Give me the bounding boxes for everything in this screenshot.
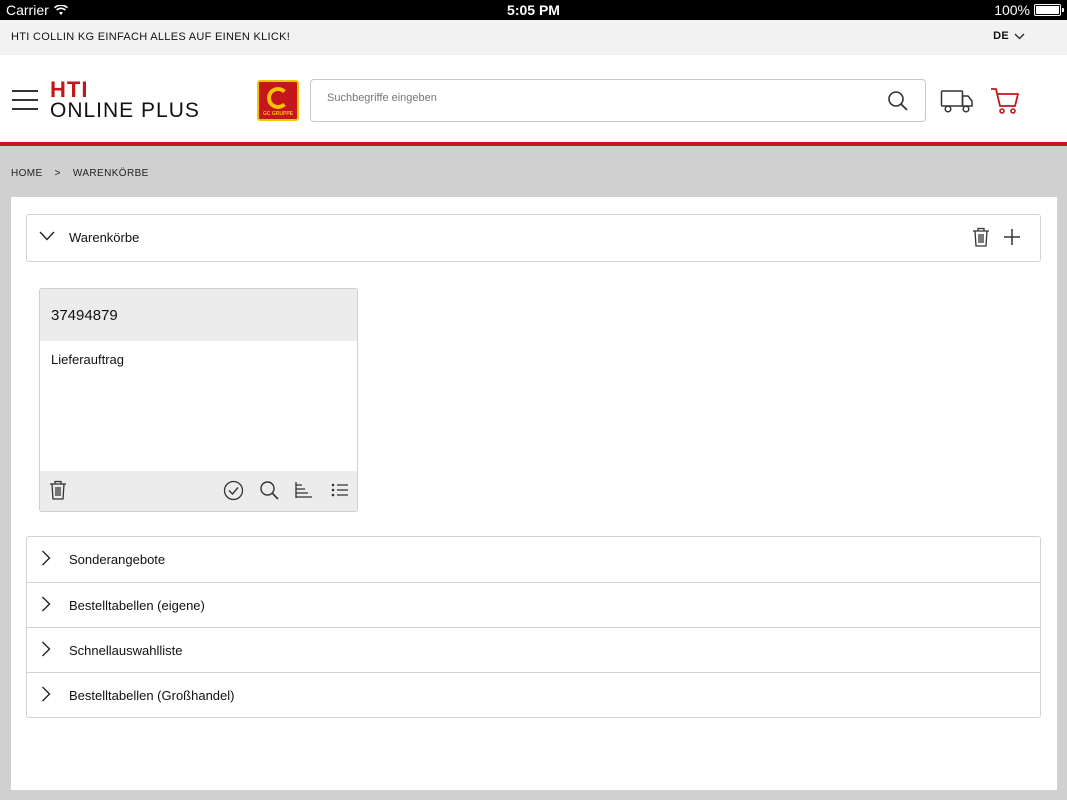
accordion-list: Sonderangebote Bestelltabellen (eigene) … xyxy=(26,536,1041,718)
brand-line-1: HTI xyxy=(50,77,89,102)
accordion-item-bestelltabellen-grosshandel[interactable]: Bestelltabellen (Großhandel) xyxy=(27,672,1040,717)
accordion-item-bestelltabellen-eigene[interactable]: Bestelltabellen (eigene) xyxy=(27,582,1040,627)
accordion-item-sonderangebote[interactable]: Sonderangebote xyxy=(27,537,1040,582)
accordion-title: Warenkörbe xyxy=(69,230,140,245)
sort-lines-icon[interactable] xyxy=(294,480,314,500)
clock: 5:05 PM xyxy=(507,2,560,18)
search-bar xyxy=(310,79,926,122)
chevron-right-icon xyxy=(42,596,51,612)
trash-icon[interactable] xyxy=(972,227,990,247)
logo-caption: GC GRUPPE xyxy=(262,111,293,117)
breadcrumb-separator: > xyxy=(54,168,61,179)
basket-number: 37494879 xyxy=(40,289,357,341)
check-circle-icon[interactable] xyxy=(223,480,244,501)
search-icon[interactable] xyxy=(259,480,280,501)
chevron-right-icon xyxy=(42,550,51,566)
top-info-bar: HTI COLLIN KG EINFACH ALLES AUF EINEN KL… xyxy=(0,20,1067,55)
breadcrumb-home[interactable]: HOME xyxy=(11,168,43,179)
list-icon[interactable] xyxy=(330,480,350,500)
basket-card[interactable]: 37494879 Lieferauftrag xyxy=(39,288,358,512)
chevron-right-icon xyxy=(42,686,51,702)
plus-icon[interactable] xyxy=(1002,227,1022,247)
breadcrumb-current: WARENKÖRBE xyxy=(72,168,149,179)
chevron-right-icon xyxy=(42,641,51,657)
main-panel: Warenkörbe 37494879 Lieferauftrag Sonder… xyxy=(11,197,1057,790)
accordion-item-label: Bestelltabellen (Großhandel) xyxy=(69,688,235,703)
battery-percent: 100% xyxy=(994,2,1030,18)
accordion-warenkoerbe[interactable]: Warenkörbe xyxy=(26,214,1041,262)
battery-icon xyxy=(1034,4,1064,16)
basket-description: Lieferauftrag xyxy=(51,352,124,367)
chevron-down-icon[interactable] xyxy=(39,231,55,241)
menu-icon[interactable] xyxy=(12,90,38,110)
shopping-cart-icon[interactable] xyxy=(990,87,1020,115)
search-input[interactable] xyxy=(327,92,847,104)
accordion-item-label: Sonderangebote xyxy=(69,552,166,567)
language-selector[interactable]: DE xyxy=(993,30,1025,42)
basket-toolbar xyxy=(40,471,357,511)
accordion-item-label: Schnellauswahlliste xyxy=(69,643,183,658)
language-label: DE xyxy=(993,30,1009,42)
breadcrumb: HOME > WARENKÖRBE xyxy=(11,168,149,179)
slogan: HTI COLLIN KG EINFACH ALLES AUF EINEN KL… xyxy=(11,31,291,43)
search-icon[interactable] xyxy=(887,90,909,112)
battery-info: 100% xyxy=(994,2,1064,18)
chevron-down-icon xyxy=(1014,33,1025,39)
brand-line-2: ONLINE PLUS xyxy=(50,99,200,122)
accordion-item-label: Bestelltabellen (eigene) xyxy=(69,598,205,613)
brand-logo[interactable]: HTI ONLINE PLUS xyxy=(50,77,200,122)
accordion-item-schnellauswahlliste[interactable]: Schnellauswahlliste xyxy=(27,627,1040,672)
trash-icon[interactable] xyxy=(49,480,67,500)
delivery-truck-icon[interactable] xyxy=(940,88,974,114)
site-header: HTI ONLINE PLUS GC GRUPPE xyxy=(0,55,1067,146)
gc-gruppe-logo: GC GRUPPE xyxy=(257,80,299,121)
status-bar: Carrier 5:05 PM 100% xyxy=(0,0,1067,20)
